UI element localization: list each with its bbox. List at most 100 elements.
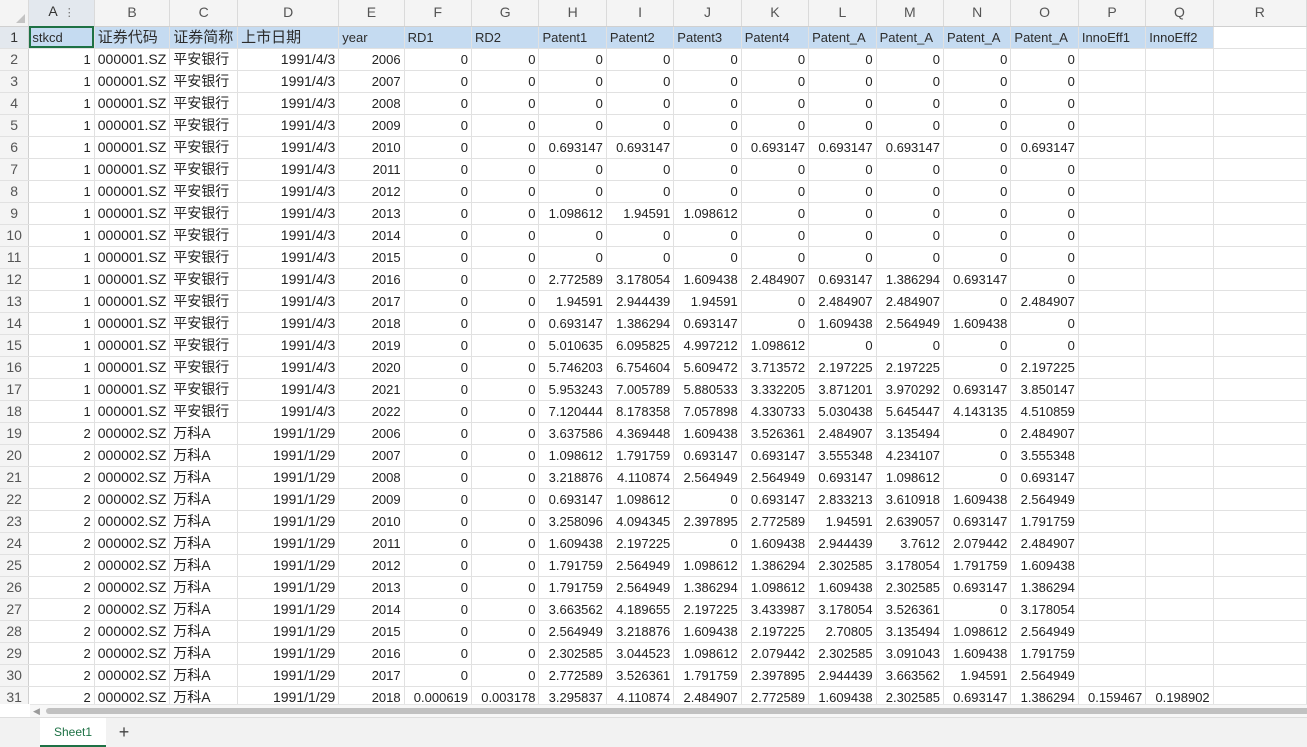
data-cell[interactable]: 0 xyxy=(471,268,540,291)
data-cell[interactable]: 0 xyxy=(471,576,540,599)
data-cell[interactable]: 0 xyxy=(741,92,810,115)
data-cell[interactable]: 0.693147 xyxy=(943,510,1012,533)
data-cell[interactable]: 2014 xyxy=(338,224,405,247)
data-cell[interactable]: 3.526361 xyxy=(876,598,944,621)
data-cell[interactable]: 5.953243 xyxy=(538,378,607,401)
data-cell[interactable]: 0 xyxy=(404,378,473,401)
data-cell[interactable]: 0 xyxy=(943,202,1012,225)
data-cell[interactable]: 2006 xyxy=(338,422,405,445)
data-cell[interactable]: 2.564949 xyxy=(538,620,607,643)
data-cell[interactable] xyxy=(1145,664,1214,687)
data-cell[interactable] xyxy=(1145,202,1214,225)
data-cell[interactable]: 1 xyxy=(28,400,95,423)
data-cell[interactable]: 0 xyxy=(404,356,473,379)
data-cell[interactable]: 1.098612 xyxy=(943,620,1012,643)
data-cell[interactable]: 2 xyxy=(28,466,95,489)
data-cell[interactable] xyxy=(1145,48,1214,71)
data-cell[interactable]: 1.609438 xyxy=(673,268,742,291)
data-cell[interactable]: 3.178054 xyxy=(876,554,944,577)
header-cell[interactable]: Patent4 xyxy=(741,26,810,49)
data-cell[interactable] xyxy=(1145,532,1214,555)
data-cell[interactable]: 4.110874 xyxy=(606,686,675,704)
data-cell[interactable]: 4.330733 xyxy=(741,400,810,423)
data-cell[interactable]: 2015 xyxy=(338,246,405,269)
empty-cell[interactable] xyxy=(1213,488,1307,511)
data-cell[interactable]: 1991/4/3 xyxy=(237,136,340,159)
data-cell[interactable]: 0 xyxy=(538,114,607,137)
data-cell[interactable]: 1.791759 xyxy=(538,554,607,577)
data-cell[interactable]: 0.693147 xyxy=(741,444,810,467)
data-cell[interactable]: 0 xyxy=(538,158,607,181)
data-cell[interactable]: 2.564949 xyxy=(673,466,742,489)
data-cell[interactable]: 2016 xyxy=(338,642,405,665)
data-cell[interactable]: 5.746203 xyxy=(538,356,607,379)
data-cell[interactable]: 3.871201 xyxy=(808,378,877,401)
data-cell[interactable]: 0 xyxy=(471,466,540,489)
data-cell[interactable]: 0 xyxy=(673,70,742,93)
empty-cell[interactable] xyxy=(1213,202,1307,225)
data-cell[interactable]: 2 xyxy=(28,510,95,533)
data-cell[interactable]: 2.079442 xyxy=(943,532,1012,555)
data-cell[interactable] xyxy=(1078,356,1147,379)
data-cell[interactable]: 万科A xyxy=(169,664,239,687)
header-cell[interactable]: Patent_A xyxy=(808,26,877,49)
data-cell[interactable]: 000001.SZ xyxy=(94,224,171,247)
column-header-f[interactable]: F xyxy=(404,0,473,27)
data-cell[interactable]: 2.484907 xyxy=(1010,290,1079,313)
data-cell[interactable]: 万科A xyxy=(169,620,239,643)
data-cell[interactable]: 平安银行 xyxy=(169,92,239,115)
data-cell[interactable]: 0 xyxy=(404,136,473,159)
data-cell[interactable]: 7.120444 xyxy=(538,400,607,423)
data-cell[interactable]: 4.234107 xyxy=(876,444,944,467)
data-cell[interactable]: 0 xyxy=(1010,202,1079,225)
header-cell[interactable]: 上市日期 xyxy=(237,26,340,49)
data-cell[interactable] xyxy=(1078,598,1147,621)
data-cell[interactable] xyxy=(1078,620,1147,643)
row-header-8[interactable]: 8 xyxy=(0,180,30,203)
empty-cell[interactable] xyxy=(1213,48,1307,71)
data-cell[interactable]: 3.555348 xyxy=(1010,444,1079,467)
data-cell[interactable]: 2.564949 xyxy=(1010,664,1079,687)
row-header-2[interactable]: 2 xyxy=(0,48,30,71)
data-cell[interactable]: 1.609438 xyxy=(943,488,1012,511)
data-cell[interactable]: 1 xyxy=(28,202,95,225)
data-cell[interactable]: 万科A xyxy=(169,488,239,511)
data-cell[interactable] xyxy=(1078,158,1147,181)
column-header-a[interactable]: A ⋮ xyxy=(28,0,95,27)
data-cell[interactable]: 0 xyxy=(538,246,607,269)
data-cell[interactable]: 000001.SZ xyxy=(94,290,171,313)
data-cell[interactable]: 0.159467 xyxy=(1078,686,1147,704)
data-cell[interactable]: 0 xyxy=(471,180,540,203)
row-header-29[interactable]: 29 xyxy=(0,642,30,665)
data-cell[interactable]: 4.369448 xyxy=(606,422,675,445)
data-cell[interactable]: 000002.SZ xyxy=(94,576,171,599)
data-cell[interactable]: 0 xyxy=(943,444,1012,467)
data-cell[interactable]: 0 xyxy=(943,356,1012,379)
data-cell[interactable]: 0 xyxy=(943,70,1012,93)
data-cell[interactable]: 1991/4/3 xyxy=(237,114,340,137)
data-cell[interactable]: 0 xyxy=(1010,92,1079,115)
data-cell[interactable]: 2.302585 xyxy=(808,554,877,577)
data-cell[interactable]: 2012 xyxy=(338,180,405,203)
data-cell[interactable]: 1.386294 xyxy=(876,268,944,291)
data-cell[interactable]: 1.94591 xyxy=(606,202,675,225)
data-cell[interactable]: 1.94591 xyxy=(673,290,742,313)
data-cell[interactable]: 平安银行 xyxy=(169,246,239,269)
data-cell[interactable]: 2.772589 xyxy=(538,268,607,291)
data-cell[interactable]: 平安银行 xyxy=(169,70,239,93)
data-cell[interactable]: 0 xyxy=(943,180,1012,203)
empty-cell[interactable] xyxy=(1213,290,1307,313)
data-cell[interactable] xyxy=(1145,444,1214,467)
data-cell[interactable]: 平安银行 xyxy=(169,48,239,71)
data-cell[interactable]: 0 xyxy=(1010,180,1079,203)
header-cell[interactable]: Patent_A xyxy=(1010,26,1079,49)
column-header-b[interactable]: B xyxy=(94,0,171,27)
data-cell[interactable]: 平安银行 xyxy=(169,290,239,313)
column-header-h[interactable]: H xyxy=(538,0,607,27)
row-header-21[interactable]: 21 xyxy=(0,466,30,489)
data-cell[interactable]: 0 xyxy=(876,246,944,269)
data-cell[interactable]: 5.010635 xyxy=(538,334,607,357)
data-cell[interactable]: 0 xyxy=(606,114,675,137)
data-cell[interactable]: 1 xyxy=(28,378,95,401)
data-cell[interactable]: 1.791759 xyxy=(1010,642,1079,665)
